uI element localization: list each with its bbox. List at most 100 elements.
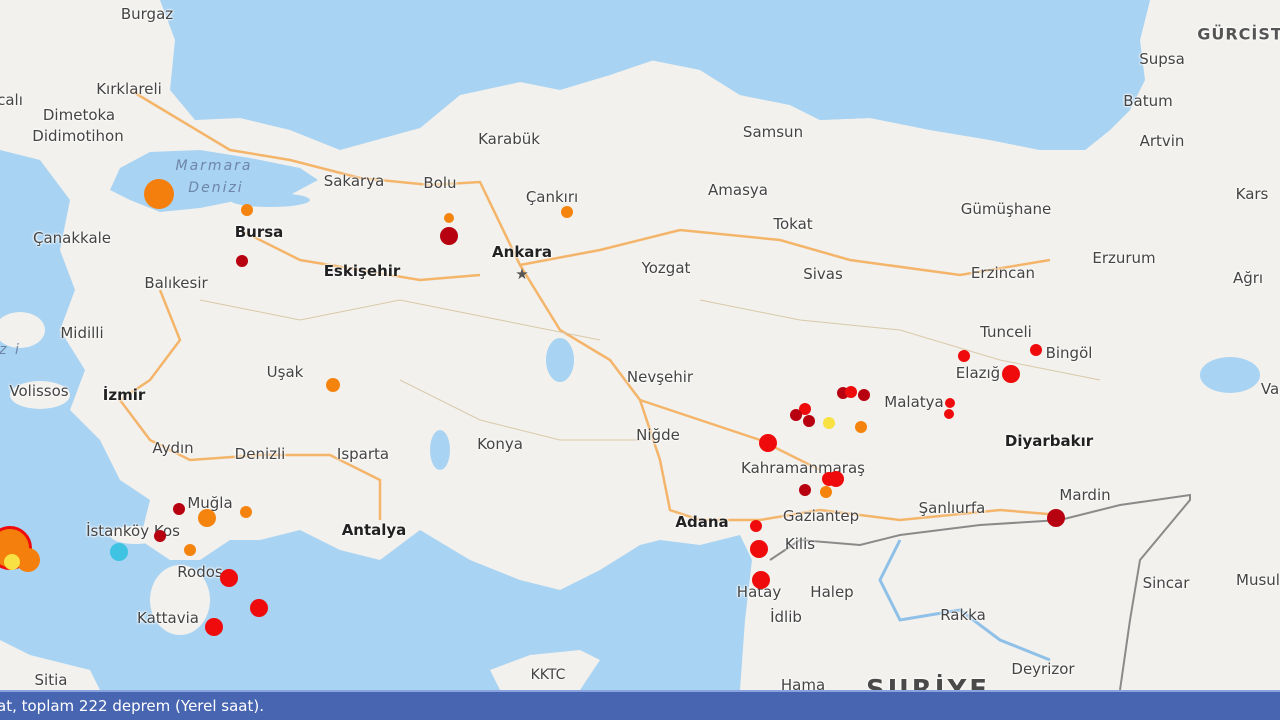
earthquake-marker[interactable] bbox=[205, 618, 223, 636]
place-label: Uşak bbox=[266, 363, 304, 381]
earthquake-marker[interactable] bbox=[240, 506, 252, 518]
place-label: calı bbox=[0, 91, 23, 109]
capital-star-icon: ★ bbox=[515, 265, 529, 283]
earthquake-marker[interactable] bbox=[144, 179, 174, 209]
place-label: Va bbox=[1260, 380, 1280, 398]
earthquake-marker[interactable] bbox=[823, 417, 835, 429]
earthquake-marker[interactable] bbox=[110, 543, 128, 561]
place-label: Konya bbox=[477, 435, 523, 453]
place-label: Antalya bbox=[341, 521, 407, 539]
earthquake-marker[interactable] bbox=[750, 540, 768, 558]
earthquake-marker[interactable] bbox=[154, 530, 166, 542]
place-label: Ağrı bbox=[1232, 269, 1264, 287]
place-label: Ankara bbox=[492, 243, 552, 261]
place-label: Şanlıurfa bbox=[918, 499, 986, 517]
place-label: Erzincan bbox=[970, 264, 1036, 282]
place-label: Bingöl bbox=[1045, 344, 1093, 362]
earthquake-marker[interactable] bbox=[4, 554, 20, 570]
earthquake-marker[interactable] bbox=[799, 484, 811, 496]
place-label: Niğde bbox=[636, 426, 680, 444]
earthquake-marker[interactable] bbox=[241, 204, 253, 216]
place-label: Adana bbox=[675, 513, 729, 531]
place-label: Gaziantep bbox=[782, 507, 860, 525]
earthquake-marker[interactable] bbox=[858, 389, 870, 401]
earthquake-marker[interactable] bbox=[236, 255, 248, 267]
place-label: Kırklareli bbox=[96, 80, 162, 98]
place-label: Tunceli bbox=[980, 323, 1032, 341]
earthquake-marker[interactable] bbox=[1047, 509, 1065, 527]
place-label: Marmara bbox=[175, 158, 253, 174]
place-label: Midilli bbox=[60, 324, 104, 342]
place-label: Nevşehir bbox=[626, 368, 694, 386]
earthquake-marker[interactable] bbox=[945, 398, 955, 408]
earthquake-marker[interactable] bbox=[184, 544, 196, 556]
place-label: GÜRCİST bbox=[1197, 24, 1280, 44]
place-label: Sitia bbox=[34, 671, 68, 689]
earthquake-marker[interactable] bbox=[958, 350, 970, 362]
place-label: Bolu bbox=[423, 174, 457, 192]
place-label: Deyrizor bbox=[1011, 660, 1075, 678]
place-label: Aydın bbox=[152, 439, 194, 457]
place-label: Balıkesir bbox=[144, 274, 208, 292]
place-label: Sivas bbox=[803, 265, 843, 283]
place-label: Rodos bbox=[177, 563, 223, 581]
place-label: Batum bbox=[1123, 92, 1173, 110]
earthquake-marker[interactable] bbox=[845, 386, 857, 398]
earthquake-marker[interactable] bbox=[444, 213, 454, 223]
place-label: Mardin bbox=[1059, 486, 1111, 504]
place-label: Çanakkale bbox=[32, 229, 112, 247]
place-label: Burgaz bbox=[120, 5, 174, 23]
status-bar: at, toplam 222 deprem (Yerel saat). bbox=[0, 690, 1280, 720]
place-label: Rakka bbox=[940, 606, 986, 624]
earthquake-marker[interactable] bbox=[759, 434, 777, 452]
place-label: Kars bbox=[1235, 185, 1269, 203]
place-label: KKTC bbox=[530, 667, 566, 683]
place-label: Samsun bbox=[742, 123, 804, 141]
earthquake-marker[interactable] bbox=[1002, 365, 1020, 383]
place-label: Erzurum bbox=[1092, 249, 1156, 267]
place-label: Eskişehir bbox=[323, 262, 401, 280]
place-label: Denizli bbox=[234, 445, 286, 463]
status-text: at, toplam 222 deprem (Yerel saat). bbox=[0, 697, 264, 715]
earthquake-marker[interactable] bbox=[790, 409, 802, 421]
place-label: Isparta bbox=[336, 445, 390, 463]
earthquake-marker[interactable] bbox=[944, 409, 954, 419]
earthquake-marker[interactable] bbox=[440, 227, 458, 245]
place-label: Tokat bbox=[773, 215, 813, 233]
place-label: Elazığ bbox=[955, 364, 1001, 382]
earthquake-marker[interactable] bbox=[220, 569, 238, 587]
earthquake-marker[interactable] bbox=[173, 503, 185, 515]
place-label: Kattavia bbox=[137, 609, 199, 627]
earthquake-marker[interactable] bbox=[855, 421, 867, 433]
place-label: Sincar bbox=[1142, 574, 1190, 592]
earthquake-marker[interactable] bbox=[198, 509, 216, 527]
place-label: Diyarbakır bbox=[1004, 432, 1094, 450]
place-label: Volissos bbox=[9, 382, 69, 400]
earthquake-marker[interactable] bbox=[803, 415, 815, 427]
earthquake-marker[interactable] bbox=[250, 599, 268, 617]
place-label: İdlib bbox=[770, 608, 802, 626]
place-label: Sakarya bbox=[323, 172, 385, 190]
earthquake-marker[interactable] bbox=[326, 378, 340, 392]
place-label: Denizi bbox=[188, 180, 244, 196]
place-label: Kilis bbox=[784, 535, 816, 553]
earthquake-marker[interactable] bbox=[828, 471, 844, 487]
place-label: Karabük bbox=[478, 130, 540, 148]
place-label: İzmir bbox=[102, 386, 146, 404]
place-label: Musul bbox=[1236, 571, 1280, 589]
place-label: Yozgat bbox=[641, 259, 691, 277]
earthquake-marker[interactable] bbox=[752, 571, 770, 589]
place-label: Supsa bbox=[1139, 50, 1185, 68]
place-label: Gümüşhane bbox=[960, 200, 1052, 218]
place-label: Çankırı bbox=[525, 188, 579, 206]
place-label: Bursa bbox=[234, 223, 284, 241]
place-label: Dimetoka bbox=[42, 106, 116, 124]
earthquake-marker[interactable] bbox=[1030, 344, 1042, 356]
place-label: Kahramanmaraş bbox=[741, 459, 865, 477]
earthquake-marker[interactable] bbox=[750, 520, 762, 532]
earthquake-marker[interactable] bbox=[561, 206, 573, 218]
place-label: Amasya bbox=[708, 181, 768, 199]
place-label: Artvin bbox=[1139, 132, 1185, 150]
place-label: Didimotihon bbox=[32, 127, 124, 145]
earthquake-marker[interactable] bbox=[820, 486, 832, 498]
